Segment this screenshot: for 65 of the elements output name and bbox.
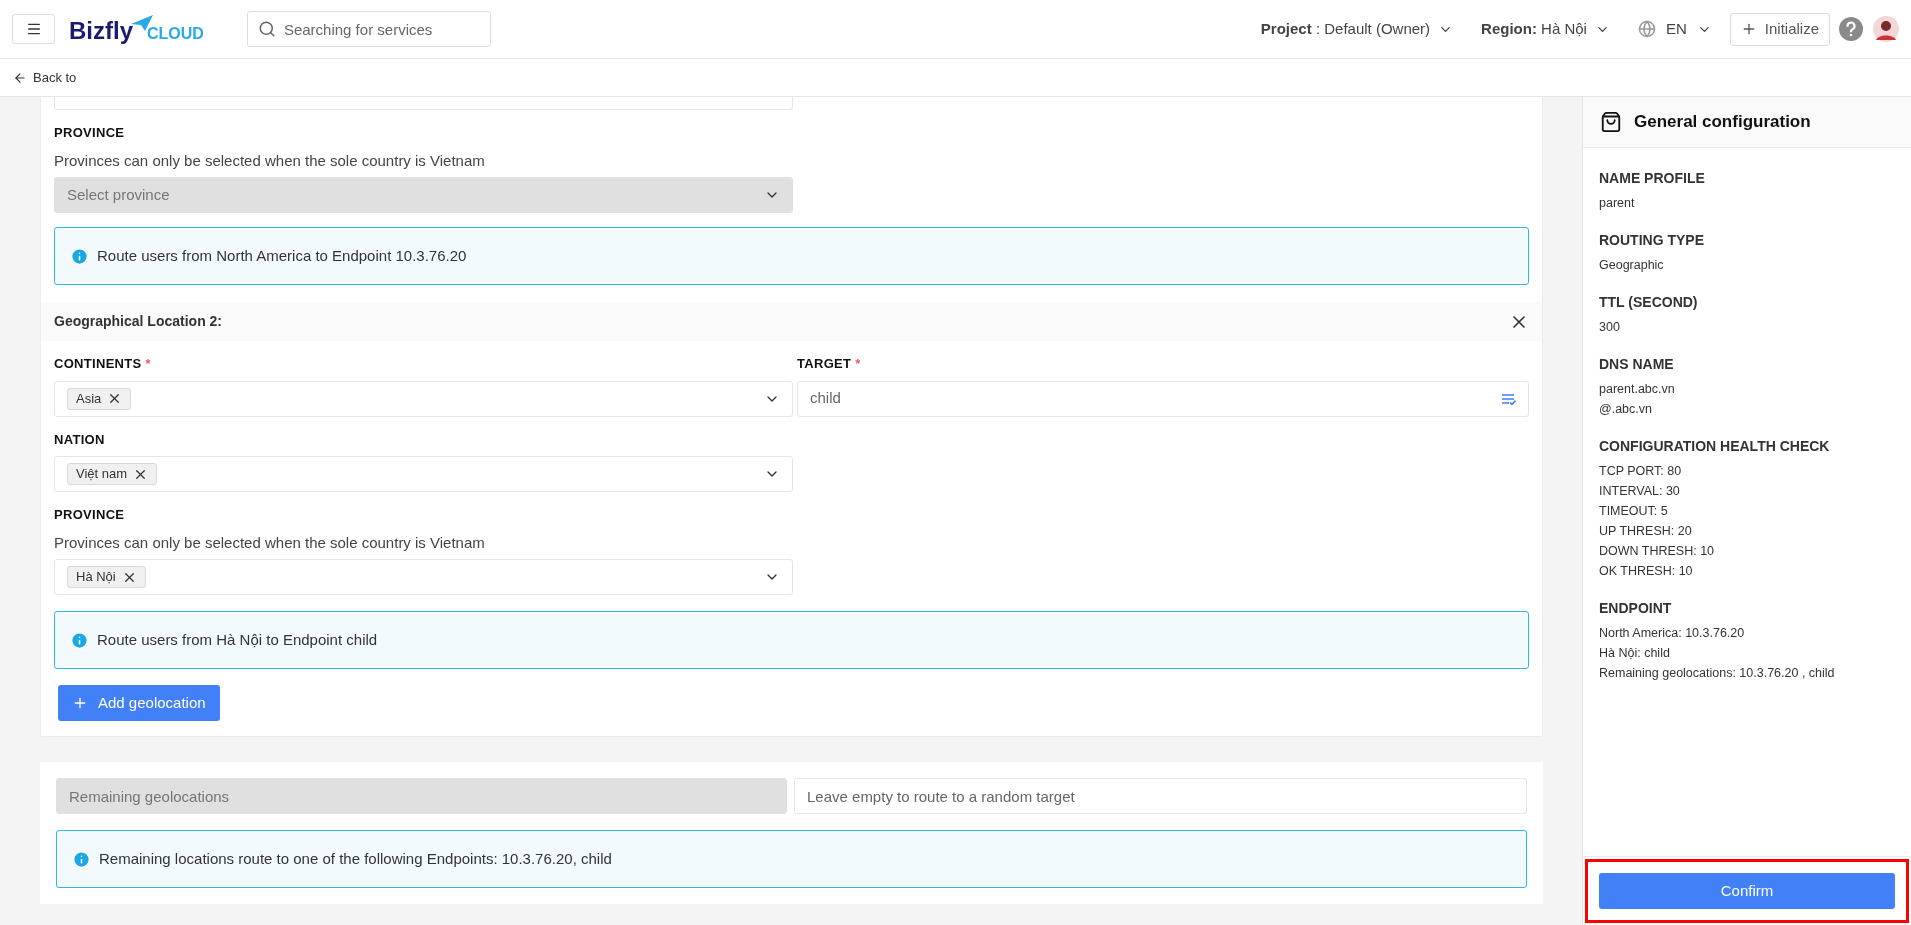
summary-heading: TTL (SECOND) xyxy=(1599,293,1699,312)
summary-value: Geographic xyxy=(1599,257,1665,274)
tag: Asia xyxy=(67,387,132,410)
confirm-button[interactable]: Confirm xyxy=(1599,873,1895,909)
summary-value: Hà Nội: child xyxy=(1599,645,1671,662)
initialize-button[interactable]: Initialize xyxy=(1729,12,1830,46)
info-text: Route users from North America to Endpoint 10.3.76.20 xyxy=(97,245,467,266)
target-field[interactable]: child xyxy=(797,380,1529,417)
info-icon xyxy=(72,849,91,869)
select-field[interactable]: Việt nam xyxy=(54,456,793,492)
summary-value: UP THRESH: 20 xyxy=(1599,523,1693,540)
field-label: PROVINCE xyxy=(54,124,125,142)
field-label: NATION xyxy=(54,430,105,449)
summary-value: @.abc.vn xyxy=(1599,401,1653,418)
summary-value: TCP PORT: 80 xyxy=(1599,463,1683,480)
search-field[interactable]: Searching for services xyxy=(246,11,491,47)
target-field[interactable]: Leave empty to route to a random target xyxy=(794,778,1527,814)
field-label: TARGET xyxy=(797,355,852,373)
hint-text: Provinces can only be selected when the sole country is Vietnam xyxy=(54,150,486,171)
select-field[interactable]: Asia xyxy=(54,380,793,417)
help-icon[interactable] xyxy=(1839,17,1863,41)
location-title: Geographical Location 2: xyxy=(54,312,223,331)
summary-value: 300 xyxy=(1599,319,1621,336)
summary-heading: ENDPOINT xyxy=(1599,599,1673,618)
menu-button[interactable] xyxy=(12,14,55,44)
summary-value: DOWN THRESH: 10 xyxy=(1599,543,1716,560)
field-label: CONTINENTS xyxy=(54,355,142,373)
summary-heading: NAME PROFILE xyxy=(1599,169,1706,188)
field-label: PROVINCE xyxy=(54,506,125,524)
summary-value: parent.abc.vn xyxy=(1599,381,1676,398)
tag: Hà Nội xyxy=(67,566,146,588)
summary-value: Remaining geolocations: 10.3.76.20 , child xyxy=(1599,665,1836,682)
info-text: Route users from Hà Nội to Endpoint child xyxy=(97,629,378,650)
input-field[interactable] xyxy=(54,97,793,110)
back-link[interactable]: Back to xyxy=(13,67,77,88)
project-dropdown[interactable]: Project : Default (Owner) xyxy=(1260,17,1454,41)
arrow-left-icon xyxy=(13,70,27,85)
plus-icon xyxy=(72,695,88,711)
summary-value: TIMEOUT: 5 xyxy=(1599,503,1669,520)
add-geolocation-button[interactable]: Add geolocation xyxy=(58,685,220,721)
globe-icon xyxy=(1637,20,1656,38)
summary-value: North America: 10.3.76.20 xyxy=(1599,625,1746,642)
summary-heading: ROUTING TYPE xyxy=(1599,231,1705,250)
summary-heading: CONFIGURATION HEALTH CHECK xyxy=(1599,437,1831,456)
info-icon xyxy=(70,630,89,650)
hint-text: Provinces can only be selected when the sole country is Vietnam xyxy=(54,532,486,553)
language-dropdown[interactable]: EN xyxy=(1637,17,1712,41)
avatar-icon[interactable] xyxy=(1873,16,1899,42)
required-mark: * xyxy=(855,355,861,373)
summary-heading: DNS NAME xyxy=(1599,355,1675,374)
info-text: Remaining locations route to one of the following Endpoints: 10.3.76.20, child xyxy=(99,848,612,869)
summary-value: INTERVAL: 30 xyxy=(1599,483,1681,500)
region-dropdown[interactable]: Region: Hà Nội xyxy=(1481,17,1610,41)
logo[interactable]: Bizfly CLOUD xyxy=(69,15,204,43)
menu-icon xyxy=(25,21,42,37)
panel-title: General configuration xyxy=(1634,111,1811,134)
select-field[interactable]: Hà Nội xyxy=(54,559,793,595)
list-check-icon[interactable] xyxy=(1501,392,1516,405)
tag: Việt nam xyxy=(67,463,158,485)
summary-value: OK THRESH: 10 xyxy=(1599,563,1694,580)
required-mark: * xyxy=(145,355,151,373)
summary-value: parent xyxy=(1599,195,1636,212)
search-icon xyxy=(257,20,276,38)
info-icon xyxy=(70,246,89,266)
bag-icon xyxy=(1600,111,1622,133)
